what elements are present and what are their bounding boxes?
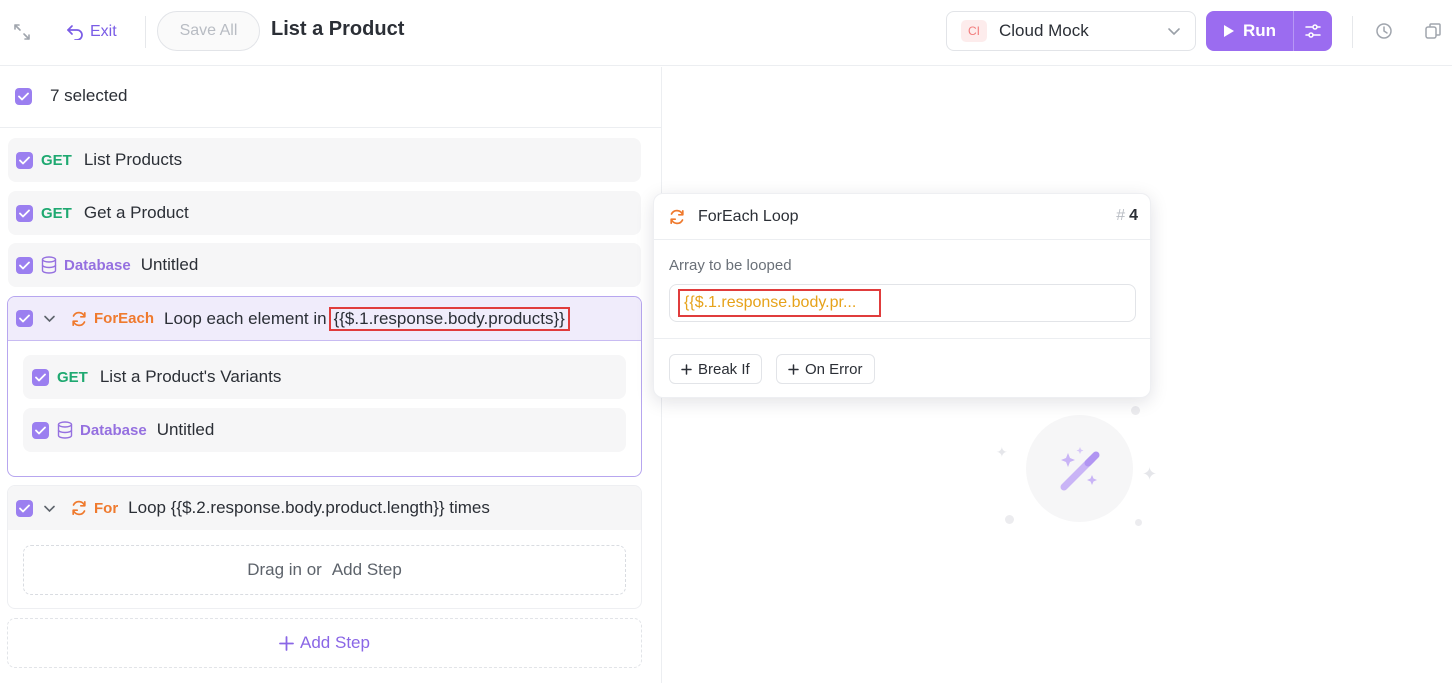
sliders-icon bbox=[1305, 24, 1321, 38]
array-field-label: Array to be looped bbox=[669, 257, 792, 274]
selected-count: 7 selected bbox=[50, 86, 128, 105]
step-title: List a Product's Variants bbox=[99, 367, 282, 386]
method-badge: GET bbox=[41, 204, 72, 222]
foreach-step-header[interactable]: ForEach Loop each element in {{$.1.respo… bbox=[8, 297, 641, 341]
chevron-down-icon[interactable] bbox=[43, 502, 56, 515]
break-if-button[interactable]: Break If bbox=[669, 354, 762, 384]
step-row[interactable]: GET List Products bbox=[8, 138, 641, 182]
toolbar-divider bbox=[1352, 16, 1353, 48]
plus-icon bbox=[788, 363, 799, 375]
method-badge: ForEach bbox=[94, 310, 155, 327]
check-icon bbox=[19, 209, 30, 217]
decor-dot bbox=[1135, 519, 1142, 526]
method-badge: GET bbox=[41, 151, 72, 169]
drop-zone-text: Drag in or bbox=[247, 560, 322, 579]
step-number: # 4 bbox=[1116, 207, 1138, 225]
step-title: Loop {{$.2.response.body.product.length}… bbox=[128, 498, 490, 517]
run-label: Run bbox=[1242, 21, 1277, 40]
database-icon bbox=[41, 256, 57, 274]
on-error-button[interactable]: On Error bbox=[776, 354, 875, 384]
page-title: List a Product bbox=[271, 18, 405, 40]
array-input[interactable]: {{$.1.response.body.pr... bbox=[669, 284, 1136, 322]
decor-dot bbox=[1005, 515, 1014, 524]
method-badge: GET bbox=[57, 368, 88, 386]
hash-icon: # bbox=[1116, 207, 1126, 224]
step-checkbox[interactable] bbox=[16, 151, 33, 169]
duplicate-icon[interactable] bbox=[1423, 21, 1443, 41]
exit-label: Exit bbox=[90, 23, 117, 40]
step-checkbox[interactable] bbox=[16, 256, 33, 274]
loop-icon bbox=[670, 209, 684, 224]
decor-dot bbox=[1131, 406, 1140, 415]
array-input-value: {{$.1.response.body.pr... bbox=[678, 289, 881, 317]
exit-button[interactable]: Exit bbox=[66, 19, 117, 45]
environment-badge: CI bbox=[961, 20, 987, 42]
add-step-label: Add Step bbox=[300, 633, 370, 652]
step-checkbox[interactable] bbox=[16, 204, 33, 222]
step-row[interactable]: Database Untitled bbox=[8, 243, 641, 287]
history-icon[interactable] bbox=[1374, 21, 1394, 41]
check-icon bbox=[19, 156, 30, 164]
step-title: Untitled bbox=[140, 255, 199, 274]
chevron-down-icon[interactable] bbox=[43, 312, 56, 325]
foreach-config-popover: ForEach Loop # 4 Array to be looped {{$.… bbox=[653, 193, 1152, 398]
plus-icon bbox=[681, 363, 692, 375]
check-icon bbox=[35, 373, 46, 381]
check-icon bbox=[35, 426, 46, 434]
step-title: Untitled bbox=[156, 420, 215, 439]
drop-zone[interactable]: Drag in or Add Step bbox=[23, 545, 626, 595]
steps-panel: 7 selected GET List Products GET Get a P… bbox=[0, 67, 662, 683]
magic-wand-illustration bbox=[1026, 415, 1133, 522]
method-badge: For bbox=[94, 499, 119, 517]
magic-wand-icon bbox=[1060, 446, 1099, 490]
loop-icon bbox=[72, 311, 86, 326]
add-step-button[interactable]: Add Step bbox=[7, 618, 642, 668]
popover-header: ForEach Loop # 4 bbox=[654, 194, 1152, 240]
toolbar-divider bbox=[145, 16, 146, 48]
check-icon bbox=[19, 314, 30, 323]
on-error-label: On Error bbox=[805, 360, 863, 378]
for-step-header[interactable]: For Loop {{$.2.response.body.product.len… bbox=[8, 486, 641, 530]
method-badge: Database bbox=[80, 421, 147, 439]
select-all-checkbox[interactable] bbox=[15, 88, 32, 105]
check-icon bbox=[19, 261, 30, 269]
step-row[interactable]: GET List a Product's Variants bbox=[23, 355, 626, 399]
sparkle-icon: ✦ bbox=[996, 444, 1008, 460]
step-title: Get a Product bbox=[83, 203, 189, 222]
play-icon bbox=[1223, 25, 1234, 37]
add-step-link[interactable]: Add Step bbox=[332, 560, 402, 580]
run-button[interactable]: Run bbox=[1206, 11, 1293, 51]
step-title: List Products bbox=[83, 150, 183, 169]
step-number-value: 4 bbox=[1129, 207, 1138, 224]
chevron-down-icon bbox=[1168, 28, 1180, 36]
loop-expression[interactable]: {{$.1.response.body.products}} bbox=[328, 306, 570, 331]
undo-arrow-icon bbox=[67, 25, 83, 40]
top-toolbar: Exit Save All List a Product CI Cloud Mo… bbox=[0, 0, 1452, 66]
break-if-label: Break If bbox=[698, 360, 750, 378]
step-row[interactable]: Database Untitled bbox=[23, 408, 626, 452]
method-badge: Database bbox=[64, 256, 131, 274]
plus-icon bbox=[279, 635, 294, 651]
foreach-step-group: ForEach Loop each element in {{$.1.respo… bbox=[7, 296, 642, 477]
step-checkbox[interactable] bbox=[32, 368, 49, 386]
popover-divider bbox=[654, 338, 1152, 339]
save-all-button[interactable]: Save All bbox=[157, 11, 260, 51]
step-checkbox[interactable] bbox=[32, 421, 49, 439]
selection-header: 7 selected bbox=[0, 67, 662, 128]
step-checkbox[interactable] bbox=[16, 499, 33, 517]
step-row[interactable]: GET Get a Product bbox=[8, 191, 641, 235]
loop-icon bbox=[72, 500, 86, 516]
check-icon bbox=[19, 504, 30, 512]
collapse-icon[interactable] bbox=[12, 22, 32, 42]
sparkle-icon: ✦ bbox=[1142, 464, 1158, 484]
run-settings-button[interactable] bbox=[1293, 11, 1332, 51]
database-icon bbox=[57, 421, 73, 439]
popover-title: ForEach Loop bbox=[698, 207, 799, 225]
environment-select[interactable]: CI Cloud Mock bbox=[946, 11, 1196, 51]
step-checkbox[interactable] bbox=[16, 310, 33, 327]
environment-label: Cloud Mock bbox=[999, 21, 1089, 40]
step-title: Loop each element in bbox=[164, 308, 327, 328]
check-icon bbox=[18, 92, 29, 101]
for-step-group: For Loop {{$.2.response.body.product.len… bbox=[7, 485, 642, 609]
